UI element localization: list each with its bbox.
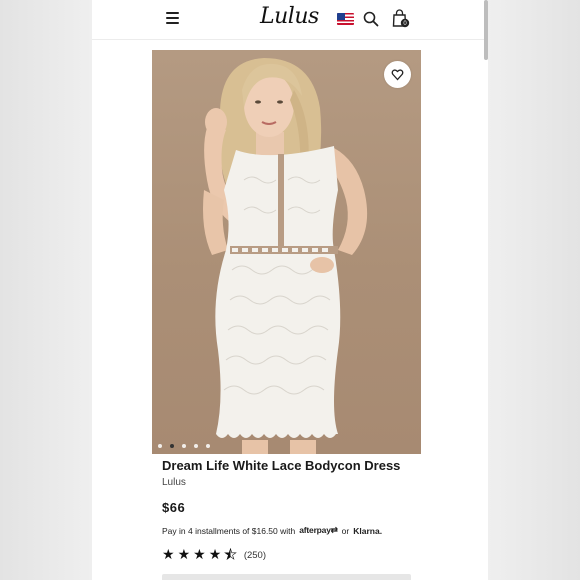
heart-icon	[391, 69, 404, 81]
installments-text: Pay in 4 installments of $16.50 with	[162, 525, 296, 536]
carousel-dot[interactable]	[194, 444, 198, 448]
review-count[interactable]: (250)	[244, 550, 266, 561]
hamburger-menu-icon[interactable]	[166, 12, 179, 24]
site-header: Lulus 0	[92, 0, 488, 40]
carousel-dot[interactable]	[182, 444, 186, 448]
product-title: Dream Life White Lace Bodycon Dress	[162, 458, 401, 473]
afterpay-label: afterpay	[299, 525, 331, 535]
star-full-icon: ★	[193, 547, 206, 563]
installments-info: Pay in 4 installments of $16.50 with aft…	[162, 525, 382, 536]
search-icon[interactable]	[363, 11, 379, 27]
carousel-dot[interactable]	[158, 444, 162, 448]
carousel-dot[interactable]	[206, 444, 210, 448]
klarna-link[interactable]: Klarna.	[353, 526, 382, 536]
shopping-bag-icon[interactable]: 0	[392, 9, 410, 29]
afterpay-arrows-icon: ⇄	[330, 525, 338, 535]
star-full-icon: ★	[177, 547, 191, 563]
product-image[interactable]	[152, 50, 421, 454]
carousel-dot-active[interactable]	[170, 444, 174, 448]
or-text: or	[341, 525, 350, 536]
afterpay-link[interactable]: afterpay⇄	[299, 525, 338, 536]
product-brand[interactable]: Lulus	[162, 477, 186, 488]
wishlist-button[interactable]	[384, 61, 411, 88]
star-half-icon: ★	[224, 547, 237, 563]
product-price: $66	[162, 500, 186, 515]
carousel-dots	[158, 444, 210, 448]
backdrop-left	[0, 0, 92, 580]
backdrop-right	[488, 0, 580, 580]
star-full-icon: ★	[162, 547, 175, 563]
next-section-peek	[162, 574, 411, 580]
star-full-icon: ★	[208, 547, 222, 563]
scrollbar[interactable]	[484, 0, 488, 60]
mobile-page: Lulus 0 Dream Life White Lace Bodycon Dr…	[92, 0, 488, 580]
product-rating[interactable]: ★ ★ ★ ★ ★ (250)	[162, 547, 266, 563]
dress-photo	[203, 58, 368, 454]
site-logo[interactable]: Lulus	[260, 4, 319, 29]
us-flag-icon[interactable]	[337, 13, 354, 25]
